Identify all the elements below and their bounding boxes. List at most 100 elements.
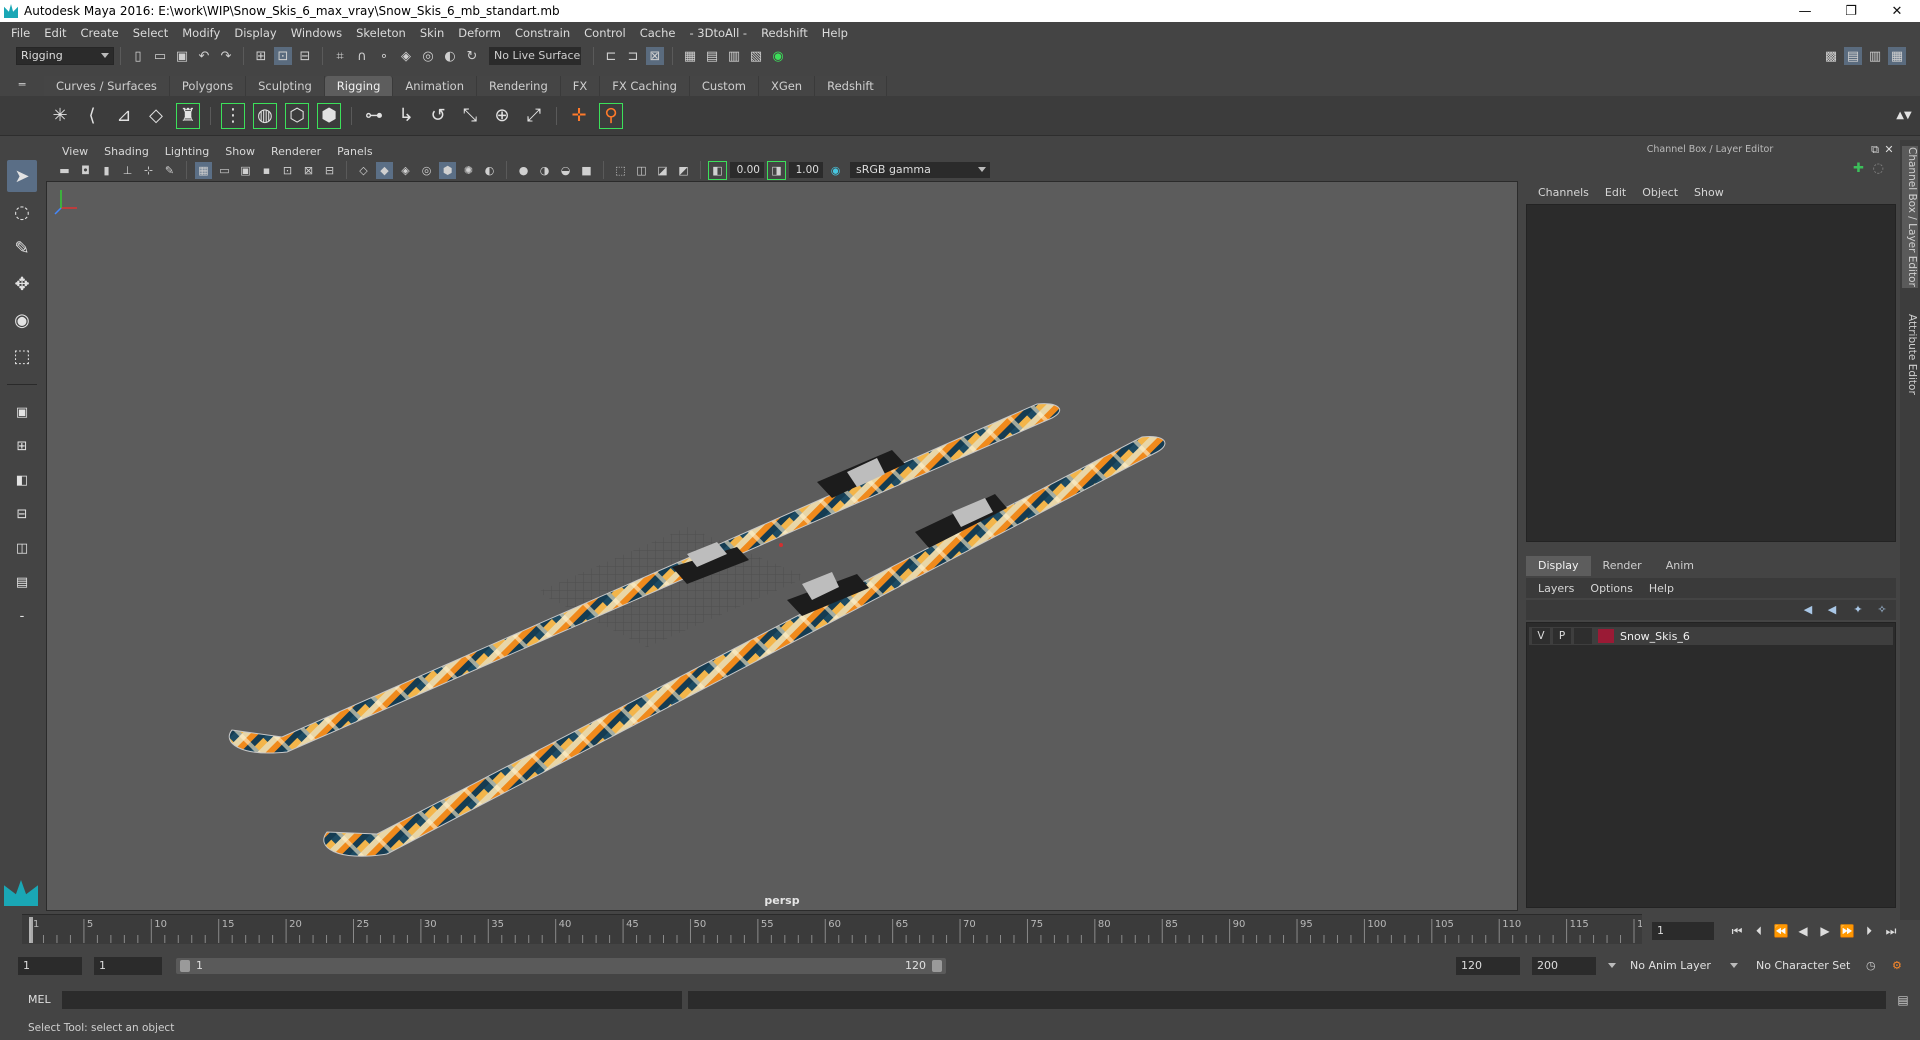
2d-pan-zoom-icon[interactable]: ⊹	[140, 162, 157, 179]
depth-of-field-icon[interactable]: ■	[578, 162, 595, 179]
textured-icon[interactable]: ⬢	[439, 161, 456, 179]
tab-channel-box-layer-editor[interactable]: Channel Box / Layer Editor	[1902, 146, 1918, 288]
layer-type-toggle[interactable]	[1574, 628, 1592, 644]
current-frame-field[interactable]: 1	[1652, 922, 1714, 940]
color-management-icon[interactable]: ◉	[827, 162, 844, 179]
select-by-component-icon[interactable]: ⊟	[296, 47, 314, 65]
channel-box-area[interactable]	[1526, 204, 1896, 542]
maximize-button[interactable]: ❐	[1828, 0, 1874, 22]
screen-space-ao-icon[interactable]: ●	[515, 162, 532, 179]
menu-3dtoall[interactable]: - 3DtoAll -	[682, 26, 754, 40]
object-menu[interactable]: Object	[1634, 186, 1686, 199]
tab-xgen[interactable]: XGen	[758, 76, 816, 96]
tab-fx-caching[interactable]: FX Caching	[600, 76, 690, 96]
exposure-toggle-icon[interactable]: ◧	[708, 160, 727, 180]
viewport-persp[interactable]: persp	[46, 181, 1518, 911]
menu-display[interactable]: Display	[227, 26, 283, 40]
redo-icon[interactable]: ↷	[217, 47, 235, 65]
new-scene-icon[interactable]: ▯	[129, 47, 147, 65]
playback-end-field[interactable]: 120	[1456, 957, 1520, 975]
script-language-label[interactable]: MEL	[28, 991, 51, 1009]
hik-character-icon[interactable]: ⚲	[597, 101, 625, 131]
anti-aliasing-icon[interactable]: ◒	[557, 162, 574, 179]
step-back-frame-icon[interactable]: ⏴	[1750, 922, 1768, 940]
channel-box-toggle-icon[interactable]: ▦	[1888, 47, 1906, 65]
render-view-icon[interactable]: ▦	[681, 47, 699, 65]
shelf-scroll-icon[interactable]: ▲▼	[1890, 101, 1918, 131]
cluster-icon[interactable]: ⬢	[315, 101, 343, 131]
output-ops-icon[interactable]: ⊐	[624, 47, 642, 65]
lattice-icon[interactable]: ⬡	[283, 101, 311, 131]
playback-start-field[interactable]: 1	[94, 957, 162, 975]
menu-skeleton[interactable]: Skeleton	[349, 26, 413, 40]
show-menu[interactable]: Show	[1686, 186, 1732, 199]
save-scene-icon[interactable]: ▣	[173, 47, 191, 65]
layer-name[interactable]: Snow_Skis_6	[1620, 630, 1690, 643]
menu-constrain[interactable]: Constrain	[508, 26, 577, 40]
end-time-field[interactable]: 200	[1532, 957, 1596, 975]
ik-handle-icon[interactable]: ⊿	[110, 101, 138, 131]
step-forward-key-icon[interactable]: ⏩	[1838, 922, 1856, 940]
hypershade-layout-icon[interactable]: ◫	[7, 533, 37, 563]
menu-help[interactable]: Help	[815, 26, 855, 40]
pole-vector-icon[interactable]: ⤢	[520, 101, 548, 131]
manipulator-icon[interactable]: ✚	[1853, 161, 1864, 176]
xray-joints-icon[interactable]: ◪	[654, 162, 671, 179]
lasso-tool-icon[interactable]: ◌	[7, 196, 37, 228]
quick-rig-icon[interactable]: ♜	[174, 101, 202, 131]
resolution-gate-icon[interactable]: ▣	[237, 162, 254, 179]
edit-menu[interactable]: Edit	[1597, 186, 1634, 199]
ipr-render-icon[interactable]: ▥	[725, 47, 743, 65]
select-by-hierarchy-icon[interactable]: ⊞	[252, 47, 270, 65]
tab-redshift[interactable]: Redshift	[815, 76, 887, 96]
grease-pencil-icon[interactable]: ✎	[161, 162, 178, 179]
bookmark-icon[interactable]: ▮	[98, 162, 115, 179]
select-tool-icon[interactable]: ➤	[7, 160, 37, 192]
isolate-select-icon[interactable]: ⬚	[612, 162, 629, 179]
viewport-menu-shading[interactable]: Shading	[96, 145, 157, 158]
scale-tool-icon[interactable]: ⬚	[7, 340, 37, 372]
tab-polygons[interactable]: Polygons	[169, 76, 247, 96]
modeling-toolkit-icon[interactable]: ▩	[1822, 47, 1840, 65]
safe-title-icon[interactable]: ⊟	[321, 162, 338, 179]
rotate-tool-icon[interactable]: ◉	[7, 304, 37, 336]
render-current-icon[interactable]: ▤	[703, 47, 721, 65]
animation-preferences-icon[interactable]: ⚙	[1888, 957, 1908, 975]
snap-surface-icon[interactable]: ◐	[441, 47, 459, 65]
four-view-layout-icon[interactable]: ⊞	[7, 431, 37, 461]
view-transform-dropdown[interactable]: sRGB gamma	[850, 162, 990, 178]
speed-icon[interactable]: ◌	[1873, 161, 1884, 176]
play-backward-icon[interactable]: ◀	[1794, 922, 1812, 940]
exposure-field[interactable]: 0.00	[730, 162, 764, 178]
menu-set-dropdown[interactable]: Rigging	[16, 47, 114, 65]
paint-weights-icon[interactable]: ◍	[251, 101, 279, 131]
tab-curves-surfaces[interactable]: Curves / Surfaces	[44, 76, 170, 96]
menu-modify[interactable]: Modify	[175, 26, 227, 40]
auto-key-icon[interactable]: ◷	[1862, 957, 1882, 975]
make-live-icon[interactable]: ◎	[419, 47, 437, 65]
field-chart-icon[interactable]: ⊡	[279, 162, 296, 179]
menu-redshift[interactable]: Redshift	[754, 26, 815, 40]
tab-render[interactable]: Render	[1591, 556, 1654, 576]
range-menu-dropdown[interactable]	[1604, 957, 1618, 975]
create-joints-icon[interactable]: ✳	[46, 101, 74, 131]
range-end-handle[interactable]	[932, 960, 942, 972]
shadows-icon[interactable]: ◐	[481, 162, 498, 179]
help-menu[interactable]: Help	[1641, 582, 1682, 595]
tab-fx[interactable]: FX	[560, 76, 601, 96]
undo-icon[interactable]: ↶	[195, 47, 213, 65]
gamma-toggle-icon[interactable]: ◨	[767, 160, 786, 180]
step-back-key-icon[interactable]: ⏪	[1772, 922, 1790, 940]
viewport-menu-lighting[interactable]: Lighting	[157, 145, 217, 158]
tab-anim[interactable]: Anim	[1654, 556, 1706, 576]
ik-spline-icon[interactable]: ◇	[142, 101, 170, 131]
move-tool-icon[interactable]: ✥	[7, 268, 37, 300]
use-all-lights-icon[interactable]: ✺	[460, 162, 477, 179]
input-ops-icon[interactable]: ⊏	[602, 47, 620, 65]
hypershade-icon[interactable]: ◉	[769, 47, 787, 65]
live-surface-field[interactable]: No Live Surface	[489, 47, 581, 65]
wireframe-icon[interactable]: ◇	[355, 162, 372, 179]
image-plane-icon[interactable]: ⊥	[119, 162, 136, 179]
viewport-menu-view[interactable]: View	[54, 145, 96, 158]
new-layer-icon[interactable]: ✦	[1850, 602, 1866, 618]
